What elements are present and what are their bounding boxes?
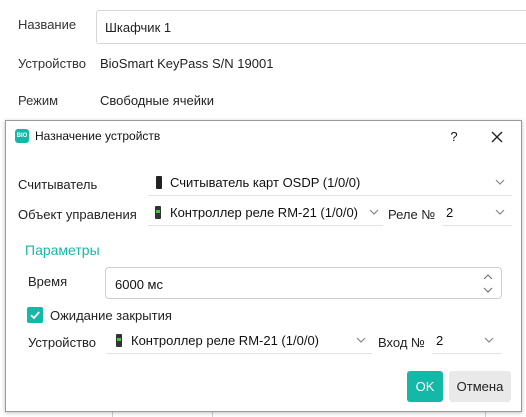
control-object-select-value: Контроллер реле RM-21 (1/0/0) bbox=[170, 205, 358, 220]
mode-value: Свободные ячейки bbox=[100, 93, 214, 108]
spin-down-button[interactable] bbox=[482, 286, 494, 294]
param-device-select-value: Контроллер реле RM-21 (1/0/0) bbox=[131, 333, 319, 348]
control-object-select[interactable]: Контроллер реле RM-21 (1/0/0) bbox=[148, 200, 383, 226]
device-assignment-dialog: BIO Назначение устройств ? Считыватель С… bbox=[5, 120, 522, 412]
device-value: BioSmart KeyPass S/N 19001 bbox=[100, 56, 274, 71]
param-device-label: Устройство bbox=[28, 335, 97, 350]
dialog-titlebar: BIO Назначение устройств ? bbox=[6, 121, 521, 151]
checkmark-icon bbox=[30, 311, 40, 320]
spin-up-button[interactable] bbox=[482, 273, 494, 281]
chevron-down-icon bbox=[484, 337, 494, 343]
app-logo-icon: BIO bbox=[15, 129, 29, 143]
name-label: Название bbox=[18, 17, 77, 32]
time-spinbox-value: 6000 мс bbox=[115, 277, 163, 292]
reader-label: Считыватель bbox=[18, 177, 98, 192]
chevron-down-icon bbox=[356, 337, 366, 343]
wait-close-checkbox[interactable] bbox=[27, 307, 43, 323]
controller-device-icon bbox=[155, 206, 161, 219]
input-number-select[interactable]: 2 bbox=[432, 328, 502, 354]
chevron-down-icon bbox=[369, 209, 379, 215]
chevron-down-icon bbox=[495, 209, 505, 215]
device-label: Устройство bbox=[18, 56, 87, 71]
mode-label: Режим bbox=[18, 93, 59, 108]
input-number-select-value: 2 bbox=[436, 333, 444, 348]
dialog-title: Назначение устройств bbox=[35, 129, 161, 143]
name-input[interactable]: Шкафчик 1 bbox=[96, 10, 526, 44]
parameters-section-title: Параметры bbox=[25, 242, 100, 258]
help-button[interactable]: ? bbox=[444, 127, 464, 147]
name-input-value: Шкафчик 1 bbox=[105, 20, 172, 35]
time-spinbox[interactable]: 6000 мс bbox=[105, 267, 502, 299]
param-device-select[interactable]: Контроллер реле RM-21 (1/0/0) bbox=[106, 328, 372, 354]
chevron-down-icon bbox=[495, 179, 505, 185]
reader-select[interactable]: Считыватель карт OSDP (1/0/0) bbox=[148, 170, 512, 196]
ok-button[interactable]: OK bbox=[407, 371, 443, 402]
close-icon bbox=[491, 131, 503, 143]
wait-close-label: Ожидание закрытия bbox=[50, 308, 172, 323]
relay-label: Реле № bbox=[388, 207, 436, 222]
relay-select[interactable]: 2 bbox=[442, 200, 512, 226]
control-object-label: Объект управления bbox=[18, 207, 137, 222]
close-button[interactable] bbox=[486, 126, 508, 148]
reader-device-icon bbox=[156, 176, 162, 189]
time-label: Время bbox=[28, 274, 68, 289]
controller-device-icon bbox=[116, 334, 122, 347]
input-number-label: Вход № bbox=[378, 335, 425, 350]
relay-select-value: 2 bbox=[446, 205, 454, 220]
cancel-button[interactable]: Отмена bbox=[449, 371, 511, 402]
reader-select-value: Считыватель карт OSDP (1/0/0) bbox=[170, 175, 361, 190]
